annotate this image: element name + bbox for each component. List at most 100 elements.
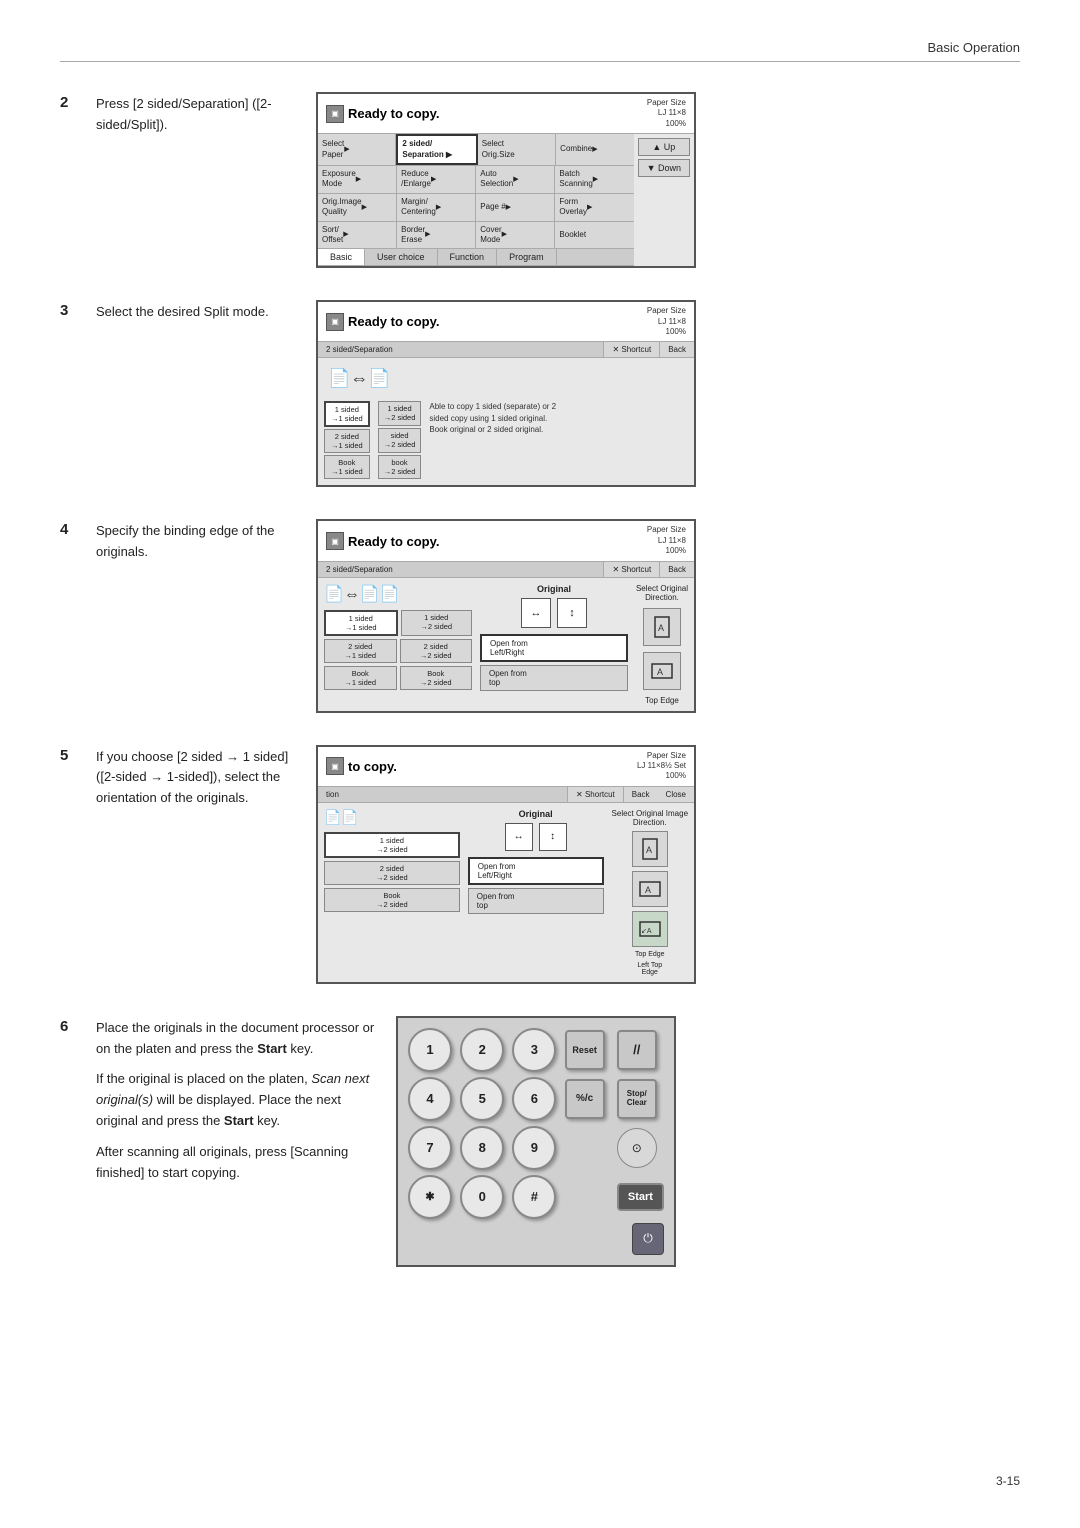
step6-line3: After scanning all originals, press [Sca… <box>96 1142 376 1184</box>
dir-portrait-btn[interactable]: A <box>643 608 681 646</box>
key-stop-clear[interactable]: Stop/Clear <box>617 1079 657 1119</box>
screen-4: ▣ to copy. Paper Size LJ 11×8½ Set 100% … <box>316 745 696 984</box>
key-percent[interactable]: %/c <box>565 1079 605 1119</box>
power-btn[interactable]: ⏻ <box>632 1223 664 1255</box>
key-hash[interactable]: # <box>512 1175 556 1219</box>
margin-btn[interactable]: Margin/Centering <box>397 194 476 221</box>
page-num-btn[interactable]: Page # <box>476 194 555 221</box>
key-slash[interactable]: // <box>617 1030 657 1070</box>
tab-basic[interactable]: Basic <box>318 249 365 265</box>
screen4-main-area: 📄📄 1 sided→2 sided 2 sided→2 sided Book→… <box>324 809 688 976</box>
key-2[interactable]: 2 <box>460 1028 504 1072</box>
orig-image-btn[interactable]: Orig.ImageQuality <box>318 194 397 221</box>
screen2-icon-row: 📄⇔📄 <box>324 364 688 393</box>
screen4-dir-portrait-btn[interactable]: A <box>632 831 668 867</box>
batch-scanning-btn[interactable]: BatchScanning <box>555 166 633 193</box>
header-title: Basic Operation <box>928 40 1021 55</box>
screen3-icon: ▣ <box>326 532 344 550</box>
screen2-paper: Paper Size LJ 11×8 100% <box>647 306 686 337</box>
2sided-sep-btn[interactable]: 2 sided/Separation ▶ <box>396 134 477 165</box>
screen1-row2: ExposureMode Reduce/Enlarge AutoSelectio… <box>318 166 634 194</box>
sort-offset-btn[interactable]: Sort/Offset <box>318 222 397 249</box>
screen3-back-btn[interactable]: Back <box>660 562 694 577</box>
screen3-2s1s[interactable]: 2 sided→1 sided <box>324 639 397 663</box>
screen1-row1: SelectPaper 2 sided/Separation ▶ SelectO… <box>318 134 634 166</box>
screen3-body: 📄⇔📄📄 1 sided→1 sided 1 sided→2 sided 2 s… <box>318 578 694 711</box>
screen4-open-lr-btn[interactable]: Open fromLeft/Right <box>468 857 604 885</box>
screen4-top-edge-label: Top Edge <box>635 951 665 958</box>
screen3-select-label: Select OriginalDirection. <box>636 584 688 602</box>
footer: 3-15 <box>996 1474 1020 1488</box>
key-0[interactable]: 0 <box>460 1175 504 1219</box>
screen2-back-btn[interactable]: Back <box>660 342 694 357</box>
open-top-btn[interactable]: Open fromtop <box>480 665 628 691</box>
key-circle[interactable]: ⊙ <box>617 1128 657 1168</box>
screen4-1s2s[interactable]: 1 sided→2 sided <box>324 832 460 858</box>
form-overlay-btn[interactable]: FormOverlay <box>555 194 633 221</box>
screen3-bk2s[interactable]: Book→2 sided <box>400 666 473 690</box>
down-btn[interactable]: ▼ Down <box>638 159 690 177</box>
screen3-bk1s[interactable]: Book→1 sided <box>324 666 397 690</box>
screen4-ready: to copy. <box>348 759 397 774</box>
dir-icon-lr: ↔ <box>521 598 551 628</box>
screen4-2s2s[interactable]: 2 sided→2 sided <box>324 861 460 885</box>
1sided-2sided-btn[interactable]: 1 sided→2 sided <box>378 401 422 426</box>
key-7[interactable]: 7 <box>408 1126 452 1170</box>
2sided-1sided-btn[interactable]: 2 sided→1 sided <box>324 429 370 453</box>
key-start[interactable]: Start <box>617 1183 664 1211</box>
booklet-btn[interactable]: Booklet <box>555 222 633 249</box>
book-1sided-btn[interactable]: Book→1 sided <box>324 455 370 479</box>
border-erase-btn[interactable]: BorderErase <box>397 222 476 249</box>
select-paper-btn[interactable]: SelectPaper <box>318 134 396 165</box>
screen1-ready: Ready to copy. <box>348 106 440 121</box>
screen4-back-btn[interactable]: Back <box>624 787 658 802</box>
key-8[interactable]: 8 <box>460 1126 504 1170</box>
1sided-1sided-btn[interactable]: 1 sided→1 sided <box>324 401 370 427</box>
screen4-bk2s[interactable]: Book→2 sided <box>324 888 460 912</box>
sided-2sided-btn[interactable]: sided→2 sided <box>378 428 422 453</box>
screen4-open-top-btn[interactable]: Open fromtop <box>468 888 604 914</box>
key-5[interactable]: 5 <box>460 1077 504 1121</box>
screen2-shortcut-btn[interactable]: ✕ Shortcut <box>604 342 660 357</box>
reduce-enlarge-btn[interactable]: Reduce/Enlarge <box>397 166 476 193</box>
up-btn[interactable]: ▲ Up <box>638 138 690 156</box>
screen4-header: ▣ to copy. Paper Size LJ 11×8½ Set 100% <box>318 747 694 787</box>
screen-2: ▣ Ready to copy. Paper Size LJ 11×8 100%… <box>316 300 696 487</box>
screen4-left: 📄📄 1 sided→2 sided 2 sided→2 sided Book→… <box>324 809 460 976</box>
screen4-icon: ▣ <box>326 757 344 775</box>
screen4-shortcut-btn[interactable]: ✕ Shortcut <box>568 787 624 802</box>
screen1-icon: ▣ <box>326 105 344 123</box>
screen3-2s2s[interactable]: 2 sided→2 sided <box>400 639 473 663</box>
combine-btn[interactable]: Combine <box>556 134 633 165</box>
dir-landscape-btn[interactable]: A <box>643 652 681 690</box>
screen3-1s1s[interactable]: 1 sided→1 sided <box>324 610 398 636</box>
screen4-close-btn[interactable]: Close <box>658 787 694 802</box>
book-2sided-btn[interactable]: book→2 sided <box>378 455 422 480</box>
step-3-text: Select the desired Split mode. <box>96 300 316 323</box>
tab-program[interactable]: Program <box>497 249 557 265</box>
step-3-num: 3 <box>60 300 96 319</box>
key-star[interactable]: ✱ <box>408 1175 452 1219</box>
screen3-1s2s[interactable]: 1 sided→2 sided <box>401 610 473 636</box>
screen2-body: 📄⇔📄 1 sided→1 sided 2 sided→1 sided Book… <box>318 358 694 485</box>
auto-selection-btn[interactable]: AutoSelection <box>476 166 555 193</box>
key-4[interactable]: 4 <box>408 1077 452 1121</box>
select-origsize-btn[interactable]: SelectOrig.Size <box>478 134 556 165</box>
open-left-right-btn[interactable]: Open fromLeft/Right <box>480 634 628 662</box>
key-3[interactable]: 3 <box>512 1028 556 1072</box>
key-9[interactable]: 9 <box>512 1126 556 1170</box>
key-reset[interactable]: Reset <box>565 1030 605 1070</box>
screen4-dir-land-btn[interactable]: A <box>632 871 668 907</box>
screen4-open-top-spacer: Open fromtop <box>468 888 604 914</box>
tab-user-choice[interactable]: User choice <box>365 249 438 265</box>
cover-mode-btn[interactable]: CoverMode <box>476 222 555 249</box>
screen2-note: Able to copy 1 sided (separate) or 2 sid… <box>429 401 569 479</box>
key-6[interactable]: 6 <box>512 1077 556 1121</box>
key-1[interactable]: 1 <box>408 1028 452 1072</box>
exposure-mode-btn[interactable]: ExposureMode <box>318 166 397 193</box>
tab-function[interactable]: Function <box>438 249 498 265</box>
screen4-dir-extra-btn[interactable]: ↙A <box>632 911 668 947</box>
screen4-select-label: Select Original ImageDirection. <box>612 809 688 827</box>
page: Basic Operation 2 Press [2 sided/Separat… <box>0 0 1080 1528</box>
screen3-shortcut-btn[interactable]: ✕ Shortcut <box>604 562 660 577</box>
